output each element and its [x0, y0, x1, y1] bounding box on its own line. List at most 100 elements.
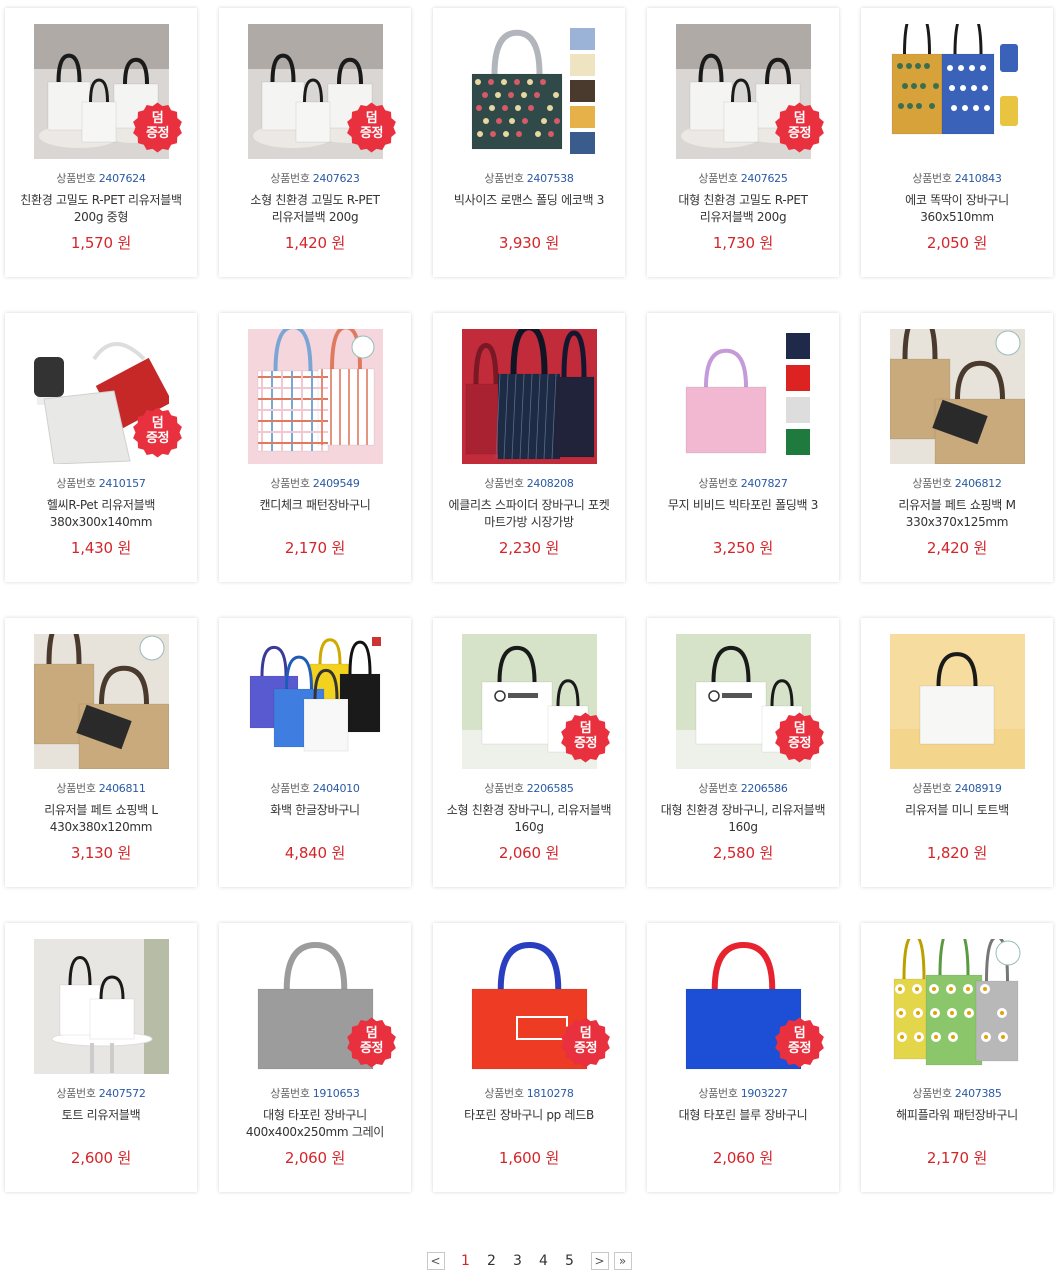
- product-name[interactable]: 토트 리유저블백: [13, 1107, 189, 1124]
- product-card[interactable]: 덤 증정 상품번호 2407625 대형 친환경 고밀도 R-PET 리유저블백 2…: [647, 8, 839, 277]
- product-image[interactable]: [462, 24, 597, 159]
- product-code-number: 2409549: [312, 477, 360, 490]
- product-name[interactable]: 에코 똑딱이 장바구니 360x510mm: [869, 192, 1045, 226]
- product-card[interactable]: 상품번호 2407538 빅사이즈 로맨스 폴딩 에코백 3 3,930 원: [433, 8, 625, 277]
- product-price: 2,420 원: [926, 539, 988, 557]
- product-card[interactable]: 덤 증정 상품번호 2206585 소형 친환경 장바구니, 리유저블백 160g …: [433, 618, 625, 887]
- product-code-number: 2407385: [954, 1087, 1002, 1100]
- product-card[interactable]: 덤 증정 상품번호 2407624 친환경 고밀도 R-PET 리유저블백 200g…: [5, 8, 197, 277]
- product-code: 상품번호 2407623: [219, 170, 411, 186]
- product-price: 3,130 원: [70, 844, 132, 862]
- product-price: 2,600 원: [70, 1149, 132, 1167]
- product-code-number: 2404010: [312, 782, 360, 795]
- product-code: 상품번호 2409549: [219, 475, 411, 491]
- last-page-button[interactable]: »: [613, 1252, 632, 1270]
- product-code: 상품번호 2408208: [433, 475, 625, 491]
- product-image[interactable]: [890, 939, 1025, 1074]
- product-code-label: 상품번호: [912, 172, 952, 185]
- gift-badge: 덤 증정: [774, 712, 825, 763]
- product-price: 1,600 원: [498, 1149, 560, 1167]
- page-2-link[interactable]: 2: [479, 1253, 505, 1269]
- product-name[interactable]: 대형 친환경 고밀도 R-PET 리유저블백 200g: [655, 192, 831, 226]
- product-card[interactable]: 상품번호 2408208 에클리츠 스파이더 장바구니 포켓 마트가방 시장가방 …: [433, 313, 625, 582]
- product-card[interactable]: 상품번호 2407827 무지 비비드 빅타포린 폴딩백 3 3,250 원: [647, 313, 839, 582]
- product-name[interactable]: 타포린 장바구니 pp 레드B: [441, 1107, 617, 1124]
- product-price: 1,430 원: [70, 539, 132, 557]
- product-name[interactable]: 대형 타포린 블루 장바구니: [655, 1107, 831, 1124]
- page-5-link[interactable]: 5: [557, 1253, 583, 1269]
- product-card[interactable]: 상품번호 2407572 토트 리유저블백 2,600 원: [5, 923, 197, 1192]
- product-card[interactable]: 덤 증정 상품번호 2407623 소형 친환경 고밀도 R-PET 리유저블백 2…: [219, 8, 411, 277]
- product-card[interactable]: 덤 증정 상품번호 2206586 대형 친환경 장바구니, 리유저블백 160g …: [647, 618, 839, 887]
- page-1-link[interactable]: 1: [453, 1253, 479, 1269]
- product-code-label: 상품번호: [56, 782, 96, 795]
- product-price: 2,060 원: [712, 1149, 774, 1167]
- product-card[interactable]: 상품번호 2406812 리유저블 페트 쇼핑백 M 330x370x125mm …: [861, 313, 1053, 582]
- product-card[interactable]: 덤 증정 상품번호 1810278 타포린 장바구니 pp 레드B 1,600 원: [433, 923, 625, 1192]
- product-name[interactable]: 소형 친환경 장바구니, 리유저블백 160g: [441, 802, 617, 836]
- gift-badge: 덤 증정: [346, 102, 397, 153]
- product-name[interactable]: 리유저블 미니 토트백: [869, 802, 1045, 819]
- product-name[interactable]: 친환경 고밀도 R-PET 리유저블백 200g 중형: [13, 192, 189, 226]
- product-image[interactable]: [890, 634, 1025, 769]
- product-code-label: 상품번호: [484, 172, 524, 185]
- product-code: 상품번호 2206586: [647, 780, 839, 796]
- product-card[interactable]: 상품번호 2409549 캔디체크 패턴장바구니 2,170 원: [219, 313, 411, 582]
- product-image[interactable]: [462, 329, 597, 464]
- gift-badge: 덤 증정: [774, 1017, 825, 1068]
- product-image[interactable]: [890, 24, 1025, 159]
- product-code-label: 상품번호: [912, 782, 952, 795]
- product-image[interactable]: [248, 329, 383, 464]
- product-card[interactable]: 덤 증정 상품번호 1910653 대형 타포린 장바구니 400x400x250m…: [219, 923, 411, 1192]
- product-name[interactable]: 화백 한글장바구니: [227, 802, 403, 819]
- product-name[interactable]: 소형 친환경 고밀도 R-PET 리유저블백 200g: [227, 192, 403, 226]
- product-code-label: 상품번호: [270, 172, 310, 185]
- product-card[interactable]: 덤 증정 상품번호 1903227 대형 타포린 블루 장바구니 2,060 원: [647, 923, 839, 1192]
- product-code-label: 상품번호: [270, 1087, 310, 1100]
- product-image[interactable]: [248, 634, 383, 769]
- product-price: 2,060 원: [498, 844, 560, 862]
- product-code-label: 상품번호: [912, 477, 952, 490]
- product-code-number: 2407623: [312, 172, 360, 185]
- product-name[interactable]: 헬씨R-Pet 리유저블백 380x300x140mm: [13, 497, 189, 531]
- product-code-label: 상품번호: [698, 172, 738, 185]
- gift-badge: 덤 증정: [774, 102, 825, 153]
- product-image[interactable]: [34, 634, 169, 769]
- product-card[interactable]: 상품번호 2410843 에코 똑딱이 장바구니 360x510mm 2,050 …: [861, 8, 1053, 277]
- product-image[interactable]: [34, 939, 169, 1074]
- product-code-number: 2407572: [98, 1087, 146, 1100]
- product-image[interactable]: [890, 329, 1025, 464]
- product-price: 2,050 원: [926, 234, 988, 252]
- product-name[interactable]: 해피플라워 패턴장바구니: [869, 1107, 1045, 1124]
- product-card[interactable]: 상품번호 2408919 리유저블 미니 토트백 1,820 원: [861, 618, 1053, 887]
- product-code-number: 2407625: [740, 172, 788, 185]
- product-code: 상품번호 2206585: [433, 780, 625, 796]
- product-card[interactable]: 상품번호 2404010 화백 한글장바구니 4,840 원: [219, 618, 411, 887]
- page-3-link[interactable]: 3: [505, 1253, 531, 1269]
- prev-page-button[interactable]: <: [426, 1252, 445, 1270]
- product-card[interactable]: 상품번호 2407385 해피플라워 패턴장바구니 2,170 원: [861, 923, 1053, 1192]
- product-price: 2,230 원: [498, 539, 560, 557]
- product-code-number: 1910653: [312, 1087, 360, 1100]
- product-name[interactable]: 무지 비비드 빅타포린 폴딩백 3: [655, 497, 831, 514]
- product-name[interactable]: 대형 친환경 장바구니, 리유저블백 160g: [655, 802, 831, 836]
- product-name[interactable]: 빅사이즈 로맨스 폴딩 에코백 3: [441, 192, 617, 209]
- product-code-label: 상품번호: [698, 477, 738, 490]
- next-page-button[interactable]: >: [590, 1252, 609, 1270]
- product-image[interactable]: [676, 329, 811, 464]
- product-name[interactable]: 에클리츠 스파이더 장바구니 포켓 마트가방 시장가방: [441, 497, 617, 531]
- product-code-number: 2408919: [954, 782, 1002, 795]
- gift-badge: 덤 증정: [560, 1017, 611, 1068]
- product-card[interactable]: 상품번호 2406811 리유저블 페트 쇼핑백 L 430x380x120mm …: [5, 618, 197, 887]
- product-card[interactable]: 덤 증정 상품번호 2410157 헬씨R-Pet 리유저블백 380x300x14…: [5, 313, 197, 582]
- product-code: 상품번호 1810278: [433, 1085, 625, 1101]
- product-name[interactable]: 리유저블 페트 쇼핑백 M 330x370x125mm: [869, 497, 1045, 531]
- product-code-number: 2406811: [98, 782, 146, 795]
- product-price: 1,730 원: [712, 234, 774, 252]
- product-code-label: 상품번호: [56, 172, 96, 185]
- product-code-number: 2407538: [526, 172, 574, 185]
- product-name[interactable]: 리유저블 페트 쇼핑백 L 430x380x120mm: [13, 802, 189, 836]
- page-4-link[interactable]: 4: [531, 1253, 557, 1269]
- product-name[interactable]: 캔디체크 패턴장바구니: [227, 497, 403, 514]
- product-name[interactable]: 대형 타포린 장바구니 400x400x250mm 그레이: [227, 1107, 403, 1141]
